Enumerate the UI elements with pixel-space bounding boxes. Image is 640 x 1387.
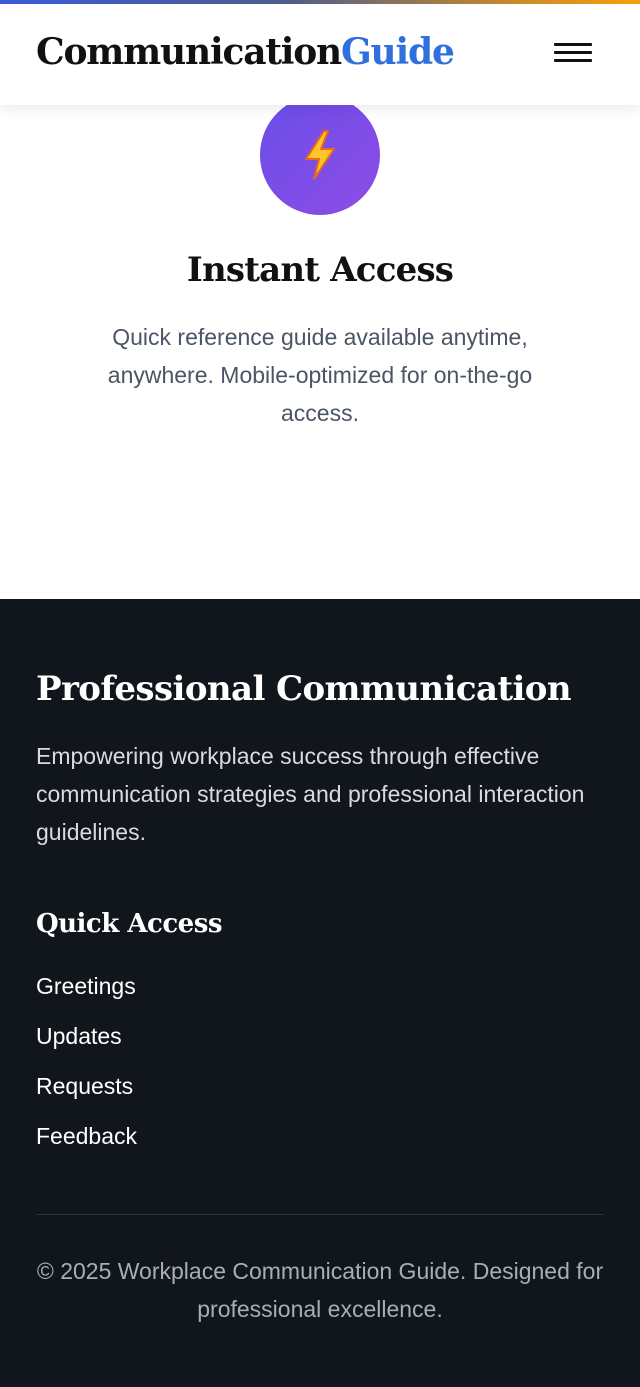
menu-line [554,51,592,54]
list-item: Updates [36,1019,137,1069]
menu-line [554,59,592,62]
footer-link-updates[interactable]: Updates [36,1019,122,1053]
footer-title: Professional Communication [36,669,572,709]
copyright-text: © 2025 Workplace Communication Guide. De… [36,1258,604,1322]
footer-divider [36,1214,604,1215]
list-item: Feedback [36,1119,137,1169]
hamburger-menu-icon[interactable] [552,40,596,66]
quick-access-links: Greetings Updates Requests Feedback [36,969,137,1169]
site-header: CommunicationGuide [0,4,640,105]
logo-text-primary: Communication [36,31,342,73]
lightning-icon [305,130,335,180]
footer-link-requests[interactable]: Requests [36,1069,133,1103]
logo-text-accent: Guide [341,31,455,73]
footer-link-feedback[interactable]: Feedback [36,1119,137,1153]
top-accent-bar [0,0,640,4]
menu-line [554,43,592,46]
footer-link-greetings[interactable]: Greetings [36,969,136,1003]
list-item: Requests [36,1069,137,1119]
quick-access-heading: Quick Access [36,909,222,939]
feature-title: Instant Access [186,250,454,290]
feature-icon-circle [260,95,380,215]
feature-description: Quick reference guide available anytime,… [107,324,533,426]
footer-description: Empowering workplace success through eff… [36,743,585,845]
list-item: Greetings [36,969,137,1019]
site-footer: Professional Communication Empowering wo… [0,599,640,1387]
site-logo[interactable]: CommunicationGuide [36,31,455,73]
